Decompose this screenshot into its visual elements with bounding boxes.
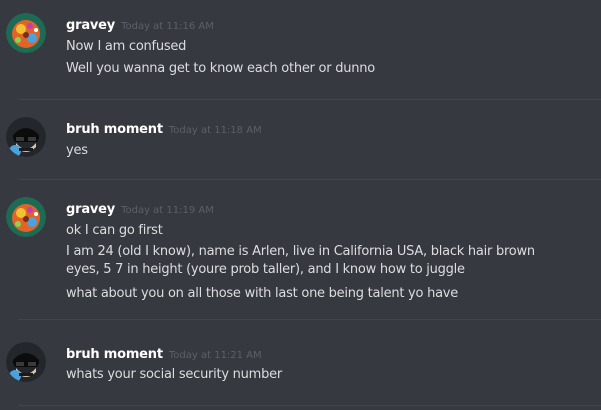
message-text: Now I am confused (66, 39, 187, 54)
gravey-avatar-icon[interactable] (6, 13, 46, 53)
message-group-bruh-2: bruh moment Today at 11:21 AM whats your … (0, 320, 601, 410)
timestamp: Today at 11:18 AM (168, 125, 262, 136)
username[interactable]: bruh moment (66, 347, 163, 362)
message-group-gravey-2: gravey Today at 11:19 AM ok I can go firs… (0, 180, 601, 320)
chat-messages: gravey Today at 11:16 AM Now I am confuse… (0, 0, 601, 410)
bruh-moment-avatar-icon[interactable] (6, 117, 46, 157)
message-divider (18, 405, 601, 406)
message-group-bruh-1: bruh moment Today at 11:18 AM yes (0, 100, 601, 180)
bruh-moment-avatar-icon[interactable] (6, 342, 46, 382)
message-header: bruh moment Today at 11:18 AM (66, 119, 262, 140)
message-text: ok I can go first (66, 223, 163, 238)
message-group-gravey-1: gravey Today at 11:16 AM Now I am confuse… (0, 0, 601, 100)
message-header: gravey Today at 11:16 AM (66, 15, 214, 36)
timestamp: Today at 11:21 AM (168, 350, 262, 361)
timestamp: Today at 11:19 AM (121, 205, 214, 216)
message-header: bruh moment Today at 11:21 AM (66, 344, 262, 365)
message-text: yes (66, 143, 88, 158)
message-text: Well you wanna get to know each other or… (66, 61, 375, 76)
username[interactable]: gravey (66, 18, 115, 33)
message-text: whats your social security number (66, 367, 282, 382)
username[interactable]: gravey (66, 202, 115, 217)
timestamp: Today at 11:16 AM (121, 21, 214, 32)
gravey-avatar-icon[interactable] (6, 197, 46, 237)
message-header: gravey Today at 11:19 AM (66, 199, 214, 220)
message-text: I am 24 (old I know), name is Arlen, liv… (66, 244, 535, 259)
message-text: eyes, 5 7 in height (youre prob taller),… (66, 262, 465, 277)
message-text: what about you on all those with last on… (66, 286, 458, 301)
username[interactable]: bruh moment (66, 122, 163, 137)
